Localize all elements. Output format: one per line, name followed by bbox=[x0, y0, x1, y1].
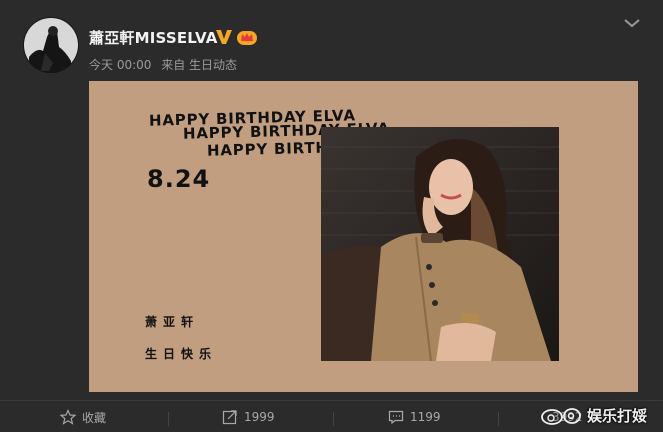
repost-count: 1999 bbox=[244, 410, 275, 424]
username[interactable]: 蕭亞軒MISSELVA bbox=[89, 27, 218, 48]
chevron-down-icon[interactable] bbox=[622, 16, 642, 30]
verified-v-icon[interactable] bbox=[215, 28, 233, 46]
comment-button[interactable]: 1199 bbox=[388, 401, 441, 432]
vip-crown-icon[interactable] bbox=[236, 28, 258, 46]
poster-name: 萧亚轩 bbox=[145, 315, 200, 329]
poster-date: 8.24 bbox=[147, 165, 211, 193]
watermark-text: 娱乐打娞 bbox=[587, 406, 648, 425]
post-source[interactable]: 来自 生日动态 bbox=[161, 58, 237, 72]
avatar[interactable] bbox=[23, 17, 79, 73]
repost-button[interactable]: 1999 bbox=[222, 401, 275, 432]
post-image[interactable]: HAPPY BIRTHDAY ELVA HAPPY BIRTHDAY ELVA … bbox=[89, 81, 638, 392]
repost-icon bbox=[222, 410, 237, 425]
post-time[interactable]: 今天 00:00 bbox=[89, 58, 151, 72]
weibo-post-card: 蕭亞軒MISSELVA 今天 00:00 来自 生日动态 HAPPY BIRTH… bbox=[0, 0, 663, 432]
watermark: 娱乐打娞 bbox=[540, 401, 647, 429]
post-meta: 今天 00:00 来自 生日动态 bbox=[89, 56, 243, 73]
comment-icon bbox=[388, 410, 404, 425]
portrait-photo bbox=[321, 127, 559, 361]
favorite-button[interactable]: 收藏 bbox=[60, 401, 106, 432]
star-icon bbox=[60, 409, 76, 425]
poster-greeting: 生日快乐 bbox=[145, 347, 218, 361]
divider bbox=[333, 412, 334, 426]
divider bbox=[168, 412, 169, 426]
comment-count: 1199 bbox=[410, 410, 441, 424]
weibo-logo-icon bbox=[541, 408, 581, 425]
divider bbox=[498, 412, 499, 426]
favorite-label: 收藏 bbox=[82, 410, 107, 425]
